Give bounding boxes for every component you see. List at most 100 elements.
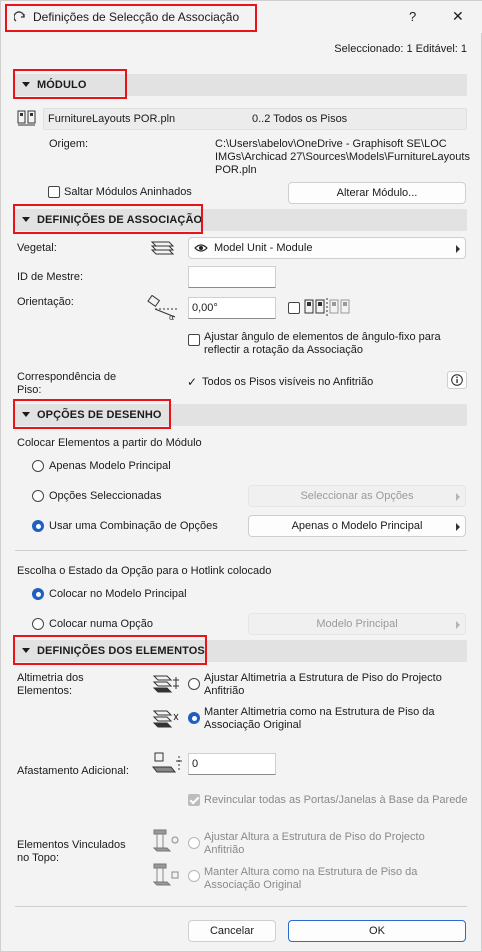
top-keep-icon bbox=[151, 862, 181, 886]
module-file-name: FurnitureLayouts POR.pln bbox=[48, 113, 176, 125]
option-dropdown-value: Modelo Principal bbox=[316, 618, 398, 630]
relink-checkbox[interactable] bbox=[188, 794, 200, 806]
combination-value: Apenas o Modelo Principal bbox=[291, 520, 423, 532]
option-dropdown[interactable]: Modelo Principal bbox=[248, 613, 466, 635]
elevation-keep-icon bbox=[151, 707, 181, 729]
elevation-adjust-label-line-2: Anfitrião bbox=[204, 685, 245, 697]
top-linked-label-line-2: no Topo: bbox=[17, 852, 60, 864]
change-module-button[interactable]: Alterar Módulo... bbox=[288, 182, 466, 204]
layer-value: Model Unit - Module bbox=[214, 242, 313, 254]
origin-path-line-2: IMGs\Archicad 27\Sources\Models\Furnitur… bbox=[215, 151, 470, 163]
module-floors: 0..2 Todos os Pisos bbox=[252, 113, 348, 125]
collapse-triangle-icon bbox=[22, 648, 30, 653]
checkmark-icon: ✓ bbox=[187, 375, 198, 389]
adjust-angle-label-line-1: Ajustar ângulo de elementos de ângulo-fi… bbox=[204, 331, 441, 343]
elevation-adjust-icon bbox=[151, 672, 181, 694]
info-button[interactable] bbox=[447, 371, 467, 389]
collapse-triangle-icon bbox=[22, 82, 30, 87]
window-title: Definições de Selecção de Associação bbox=[33, 10, 240, 24]
help-button[interactable]: ? bbox=[409, 9, 416, 24]
top-adjust-icon bbox=[151, 828, 181, 852]
floor-match-label-line-2: Piso: bbox=[17, 384, 42, 396]
collapse-triangle-icon bbox=[22, 217, 30, 222]
relink-label: Revincular todas as Portas/Janelas à Bas… bbox=[204, 794, 468, 806]
dropdown-arrow-icon bbox=[456, 245, 460, 253]
place-in-option-label: Colocar numa Opção bbox=[49, 618, 153, 630]
option-selected-label: Opções Seleccionadas bbox=[49, 490, 162, 502]
offset-icon bbox=[151, 751, 183, 775]
footer-divider bbox=[15, 906, 467, 907]
module-file-icon bbox=[17, 109, 37, 127]
master-id-input[interactable] bbox=[188, 266, 276, 288]
select-options-label: Seleccionar as Opções bbox=[300, 490, 414, 502]
elevation-adjust-radio[interactable] bbox=[188, 678, 200, 690]
select-options-button[interactable]: Seleccionar as Opções bbox=[248, 485, 466, 507]
cancel-button[interactable]: Cancelar bbox=[188, 920, 276, 942]
offset-label: Afastamento Adicional: bbox=[17, 765, 129, 777]
section-modulo[interactable]: MÓDULO bbox=[13, 74, 467, 96]
place-from-label: Colocar Elementos a partir do Módulo bbox=[17, 437, 202, 449]
module-info-row: FurnitureLayouts POR.pln 0..2 Todos os P… bbox=[43, 108, 467, 130]
eye-icon bbox=[194, 243, 208, 253]
layer-label: Vegetal: bbox=[17, 242, 57, 254]
place-main-model-radio[interactable] bbox=[32, 588, 44, 600]
dropdown-arrow-icon bbox=[456, 621, 460, 629]
elevation-keep-label-line-2: Associação Original bbox=[204, 719, 302, 731]
collapse-triangle-icon bbox=[22, 412, 30, 417]
floor-match-value: Todos os Pisos visíveis no Anfitrião bbox=[202, 376, 374, 388]
rotation-angle-icon: α bbox=[147, 295, 181, 321]
top-keep-label-line-1: Manter Altura como na Estrutura de Piso … bbox=[204, 866, 418, 878]
option-selected-radio[interactable] bbox=[32, 490, 44, 502]
section-associacao[interactable]: DEFINIÇÕES DE ASSOCIAÇÃO bbox=[13, 209, 467, 231]
master-id-label: ID de Mestre: bbox=[17, 271, 84, 283]
ok-button[interactable]: OK bbox=[288, 920, 466, 942]
info-icon bbox=[451, 374, 463, 386]
orientation-input[interactable]: 0,00° bbox=[188, 297, 276, 319]
mirror-checkbox[interactable] bbox=[288, 302, 300, 314]
elevation-keep-radio[interactable] bbox=[188, 712, 200, 724]
dropdown-arrow-icon bbox=[456, 523, 460, 531]
top-adjust-radio[interactable] bbox=[188, 837, 200, 849]
option-combination-label: Usar uma Combinação de Opções bbox=[49, 520, 218, 532]
origin-path-line-1: C:\Users\abelov\OneDrive - Graphisoft SE… bbox=[215, 138, 447, 150]
chevron-right-icon bbox=[456, 493, 460, 501]
section-elementos[interactable]: DEFINIÇÕES DOS ELEMENTOS bbox=[13, 640, 467, 662]
elevation-label-line-2: Elementos: bbox=[17, 685, 73, 697]
top-keep-radio[interactable] bbox=[188, 870, 200, 882]
option-state-label: Escolha o Estado da Opção para o Hotlink… bbox=[17, 565, 272, 577]
elevation-keep-label-line-1: Manter Altimetria como na Estrutura de P… bbox=[204, 706, 435, 718]
hotlink-icon bbox=[14, 11, 26, 23]
floor-match-label-line-1: Correspondência de bbox=[17, 371, 117, 383]
top-adjust-label-line-2: Anfitrião bbox=[204, 844, 245, 856]
section-desenho-label: OPÇÕES DE DESENHO bbox=[37, 409, 162, 421]
adjust-angle-label-line-2: reflectir a rotação da Associação bbox=[204, 344, 363, 356]
place-main-model-label: Colocar no Modelo Principal bbox=[49, 588, 187, 600]
adjust-angle-checkbox[interactable] bbox=[188, 334, 200, 346]
skip-nested-checkbox[interactable] bbox=[48, 186, 60, 198]
option-combination-radio[interactable] bbox=[32, 520, 44, 532]
section-elementos-label: DEFINIÇÕES DOS ELEMENTOS bbox=[37, 645, 205, 657]
dialog-window: Definições de Selecção de Associação ? ✕… bbox=[0, 0, 482, 952]
elevation-label-line-1: Altimetria dos bbox=[17, 672, 84, 684]
title-bar: Definições de Selecção de Associação ? ✕ bbox=[1, 1, 482, 33]
top-linked-label-line-1: Elementos Vinculados bbox=[17, 839, 126, 851]
orientation-label: Orientação: bbox=[17, 296, 74, 308]
top-adjust-label-line-1: Ajustar Altura a Estrutura de Piso do Pr… bbox=[204, 831, 425, 843]
layer-stack-icon bbox=[149, 238, 175, 256]
top-keep-label-line-2: Associação Original bbox=[204, 879, 302, 891]
selection-status: Seleccionado: 1 Editável: 1 bbox=[334, 43, 467, 55]
elevation-adjust-label-line-1: Ajustar Altimetria a Estrutura de Piso d… bbox=[204, 672, 442, 684]
place-in-option-radio[interactable] bbox=[32, 618, 44, 630]
origin-label: Origem: bbox=[49, 138, 89, 150]
close-button[interactable]: ✕ bbox=[452, 8, 464, 25]
section-modulo-label: MÓDULO bbox=[37, 79, 87, 91]
svg-text:α: α bbox=[169, 313, 174, 321]
option-main-model-radio[interactable] bbox=[32, 460, 44, 472]
offset-input[interactable]: 0 bbox=[188, 753, 276, 775]
combination-dropdown[interactable]: Apenas o Modelo Principal bbox=[248, 515, 466, 537]
layer-dropdown[interactable]: Model Unit - Module bbox=[188, 237, 466, 259]
section-desenho[interactable]: OPÇÕES DE DESENHO bbox=[13, 404, 467, 426]
skip-nested-label: Saltar Módulos Aninhados bbox=[64, 186, 192, 198]
divider bbox=[15, 550, 467, 551]
origin-path-line-3: POR.pln bbox=[215, 164, 257, 176]
